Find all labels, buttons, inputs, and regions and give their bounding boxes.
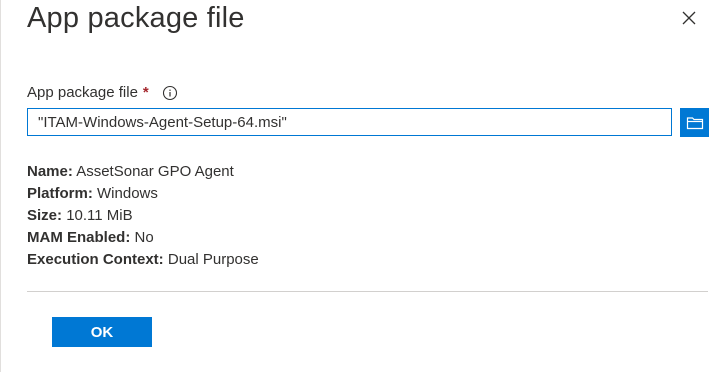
app-details: Name: AssetSonar GPO Agent Platform: Win… — [27, 161, 259, 271]
close-button[interactable] — [677, 6, 701, 30]
file-name-input[interactable] — [27, 108, 672, 136]
folder-icon — [686, 116, 703, 129]
close-icon — [682, 11, 696, 25]
field-label: App package file — [27, 84, 138, 101]
required-marker: * — [142, 84, 149, 101]
app-package-file-panel: App package file App package file * Name… — [0, 0, 719, 372]
detail-execution-context: Execution Context: Dual Purpose — [27, 251, 259, 268]
detail-size: Size: 10.11 MiB — [27, 207, 133, 224]
detail-name: Name: AssetSonar GPO Agent — [27, 163, 234, 180]
detail-mam-enabled: MAM Enabled: No — [27, 229, 154, 246]
ok-button[interactable]: OK — [52, 317, 152, 347]
browse-file-button[interactable] — [680, 108, 709, 137]
detail-platform: Platform: Windows — [27, 185, 158, 202]
page-title: App package file — [27, 2, 245, 34]
divider — [27, 291, 708, 292]
info-icon[interactable] — [162, 85, 178, 101]
field-label-row: App package file * — [27, 82, 178, 104]
